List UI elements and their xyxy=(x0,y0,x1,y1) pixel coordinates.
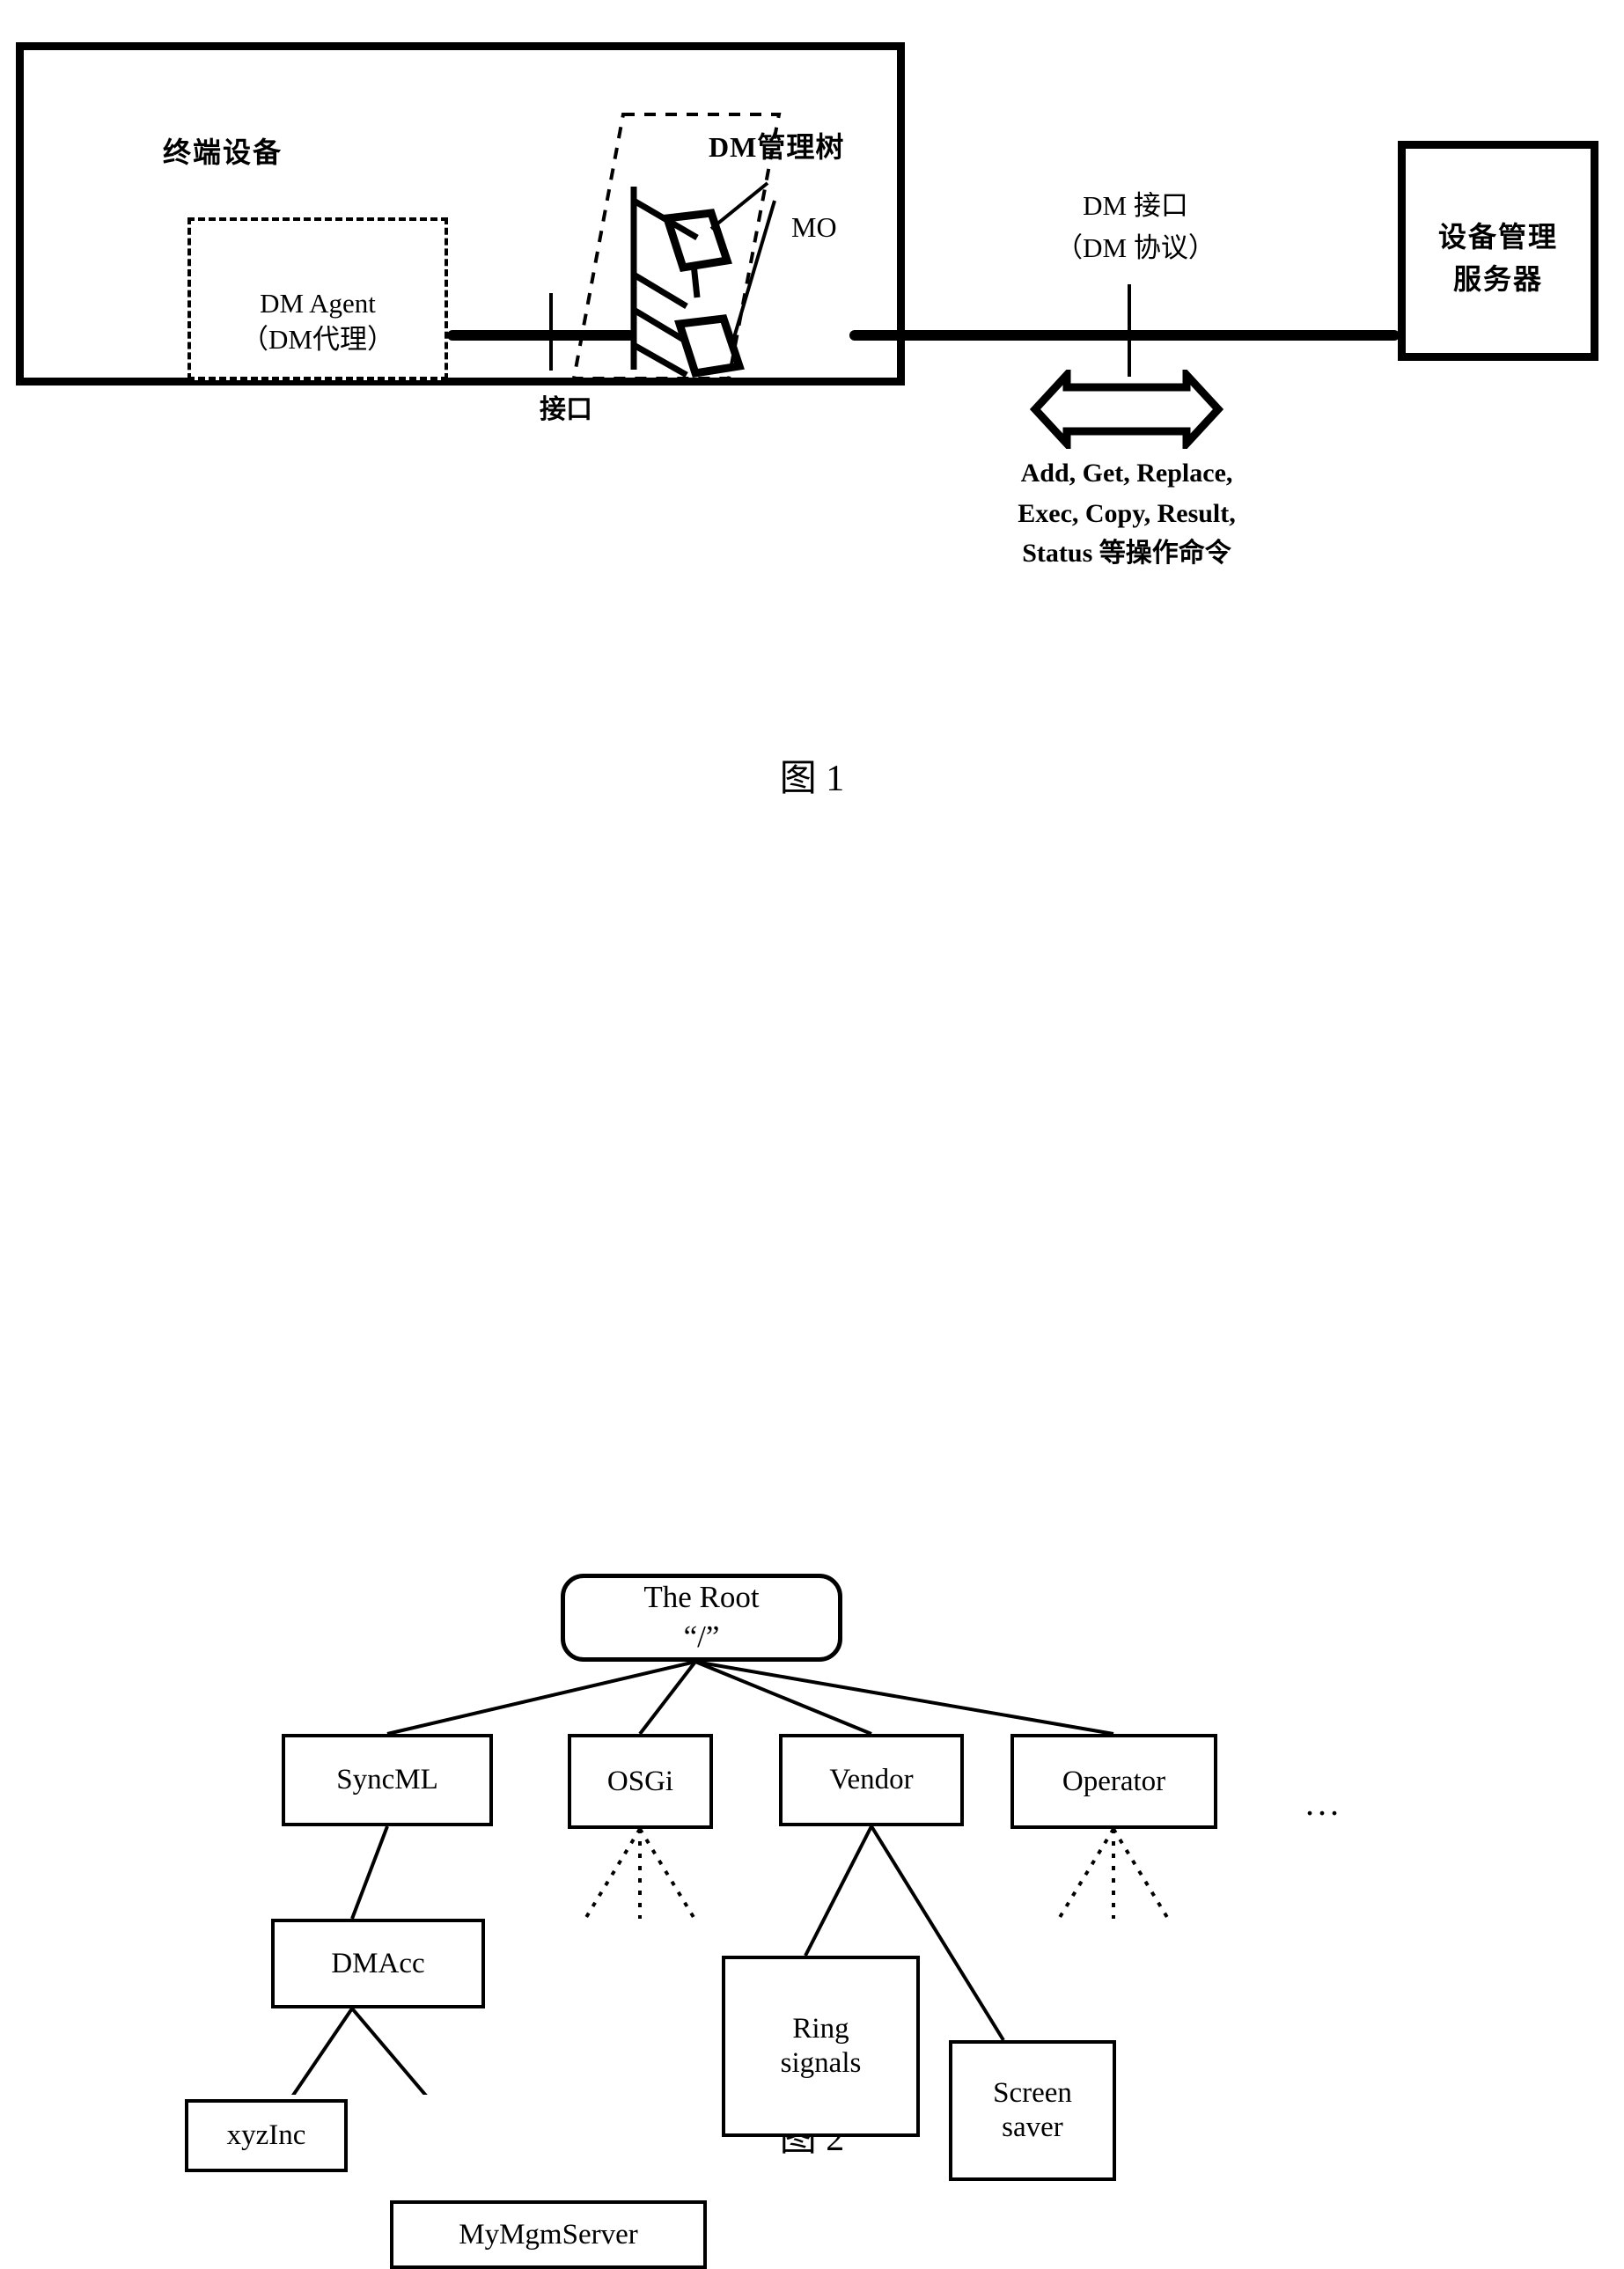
tree-node-xyzinc-label: xyzInc xyxy=(226,2119,306,2152)
server-label-line2: 服务器 xyxy=(1452,263,1543,295)
tree-node-osgi-label: OSGi xyxy=(606,1765,674,1797)
mo-label: MO xyxy=(791,211,837,243)
operations-line1: Add, Get, Replace, xyxy=(1020,459,1233,488)
tree-node-screen-saver-line2: saver xyxy=(1002,2111,1063,2143)
dm-interface-tick-mark xyxy=(1128,284,1131,377)
tree-node-syncml-label: SyncML xyxy=(336,1764,438,1796)
patent-drawing-page: 终端设备 DM Agent （DM代理） 接口 DM管理树 MO DM 接口 （… xyxy=(0,0,1624,2269)
tree-node-xyzinc[interactable]: xyzInc xyxy=(185,2099,348,2172)
device-management-server-label: 设备管理 服务器 xyxy=(1398,216,1598,300)
dm-interface-line2: （DM 协议） xyxy=(1055,232,1216,264)
tree-node-root-line2: “/” xyxy=(683,1619,720,1654)
dm-interface-line1: DM 接口 xyxy=(1083,190,1188,221)
terminal-device-label: 终端设备 xyxy=(163,136,283,168)
tree-node-dmacc-label: DMAcc xyxy=(331,1947,425,1979)
tree-node-root-line1: The Root xyxy=(643,1580,760,1615)
dm-agent-label-line2: （DM代理） xyxy=(241,323,394,355)
device-to-server-connector xyxy=(849,330,1400,341)
dm-interface-label: DM 接口 （DM 协议） xyxy=(977,185,1294,269)
dm-management-tree-label: DM管理树 xyxy=(709,131,845,163)
figure-2: The Root “/” SyncML OSGi Vendor Operator… xyxy=(0,1039,1624,2269)
tree-node-vendor[interactable]: Vendor xyxy=(779,1734,964,1826)
mo-node-lower xyxy=(674,314,745,378)
bidirectional-arrow-icon xyxy=(1030,370,1224,449)
figure-1-caption: 图 1 xyxy=(779,759,845,799)
figure-1: 终端设备 DM Agent （DM代理） 接口 DM管理树 MO DM 接口 （… xyxy=(0,0,1624,845)
tree-node-screen-saver-line1: Screen xyxy=(993,2077,1072,2110)
tree-node-mymgmserver[interactable]: MyMgmServer xyxy=(390,2200,707,2269)
tree-ellipsis: ... xyxy=(1305,1783,1342,1823)
tree-node-ring-signals[interactable]: Ring signals xyxy=(722,1956,920,2137)
tree-edges xyxy=(290,1660,1170,2095)
tree-node-ring-signals-line1: Ring xyxy=(792,2013,849,2045)
operations-line3: Status 等操作命令 xyxy=(1022,539,1231,569)
tree-node-osgi[interactable]: OSGi xyxy=(568,1734,713,1829)
dm-operations-label: Add, Get, Replace, Exec, Copy, Result, S… xyxy=(955,453,1298,574)
operations-line2: Exec, Copy, Result, xyxy=(1018,498,1236,528)
tree-node-mymgmserver-label: MyMgmServer xyxy=(459,2218,638,2251)
tree-node-root[interactable]: The Root “/” xyxy=(561,1574,842,1662)
dm-agent-label: DM Agent （DM代理） xyxy=(187,286,448,358)
tree-node-dmacc[interactable]: DMAcc xyxy=(271,1919,485,2008)
tree-node-operator[interactable]: Operator xyxy=(1010,1734,1217,1829)
tree-node-vendor-label: Vendor xyxy=(829,1764,914,1796)
dm-agent-label-line1: DM Agent xyxy=(260,288,376,319)
server-label-line1: 设备管理 xyxy=(1437,221,1558,253)
tree-node-ring-signals-line2: signals xyxy=(780,2047,862,2079)
interface-tick-mark xyxy=(549,293,553,371)
tree-node-syncml[interactable]: SyncML xyxy=(282,1734,493,1826)
tree-node-operator-label: Operator xyxy=(1062,1765,1166,1797)
tree-node-screen-saver[interactable]: Screen saver xyxy=(949,2040,1116,2181)
